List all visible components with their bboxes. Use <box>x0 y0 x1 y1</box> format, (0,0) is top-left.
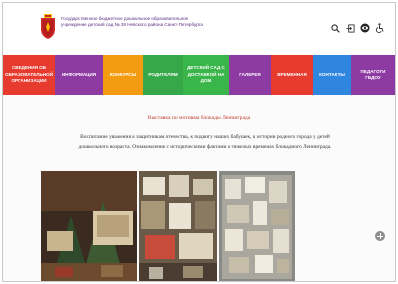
nav-item-contests[interactable]: КОНКУРСЫ <box>103 55 143 95</box>
vision-impaired-icon[interactable] <box>360 23 370 33</box>
scroll-to-top-button[interactable] <box>375 231 385 241</box>
site-header: Государственное бюджетное дошкольное обр… <box>3 3 395 53</box>
login-icon[interactable] <box>345 23 355 33</box>
photo-gallery <box>41 171 313 281</box>
organization-name[interactable]: Государственное бюджетное дошкольное обр… <box>61 16 211 28</box>
nav-item-home-delivery[interactable]: ДЕТСКИЙ САД С ДОСТАВКОЙ НА ДОМ <box>183 55 229 95</box>
accessibility-icon[interactable] <box>375 23 385 33</box>
nav-item-temporary[interactable]: ВРЕМЕННАЯ <box>271 55 313 95</box>
search-icon[interactable] <box>330 23 340 33</box>
main-navigation: СВЕДЕНИЯ ОБ ОБРАЗОВАТЕЛЬНОЙ ОРГАНИЗАЦИИ … <box>3 55 395 95</box>
article-title: Выставка по мотивам блокады Ленинграда <box>147 115 251 121</box>
page-frame: Государственное бюджетное дошкольное обр… <box>2 2 396 282</box>
header-tools <box>330 23 385 33</box>
nav-item-about[interactable]: СВЕДЕНИЯ ОБ ОБРАЗОВАТЕЛЬНОЙ ОРГАНИЗАЦИИ <box>3 55 55 95</box>
coat-of-arms-logo[interactable] <box>39 14 57 40</box>
nav-item-parents[interactable]: РОДИТЕЛЯМ <box>143 55 183 95</box>
gallery-photo[interactable] <box>41 171 137 281</box>
gallery-photo[interactable] <box>139 171 217 281</box>
nav-item-teachers[interactable]: ПЕДАГОГИ ГБДОУ <box>351 55 395 95</box>
nav-item-contacts[interactable]: КОНТАКТЫ <box>313 55 351 95</box>
nav-item-gallery[interactable]: ГАЛЕРЕЯ <box>229 55 271 95</box>
article-text: Воспитание уважения к защитникам отечест… <box>78 134 332 150</box>
main-content: Выставка по мотивам блокады Ленинграда В… <box>3 95 395 281</box>
nav-item-information[interactable]: ИНФОРМАЦИЯ <box>55 55 103 95</box>
gallery-photo[interactable] <box>219 171 295 281</box>
